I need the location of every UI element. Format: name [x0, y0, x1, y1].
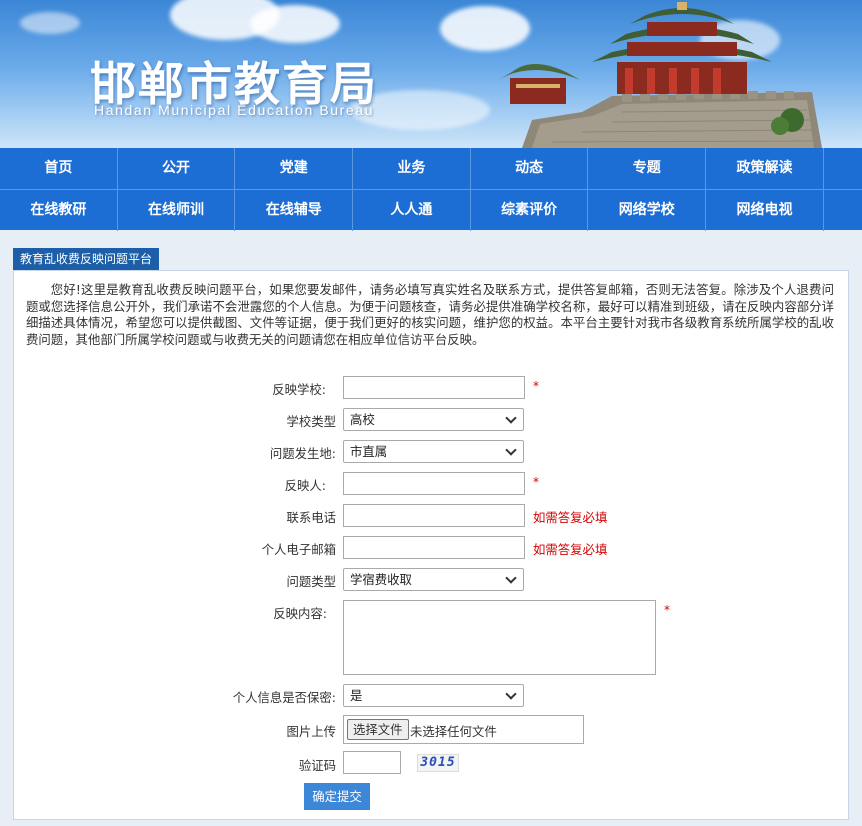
issue-type-label: 问题类型 — [286, 574, 336, 589]
chevron-down-icon — [505, 688, 517, 700]
upload-label: 图片上传 — [286, 724, 336, 739]
reply-required-hint: 如需答复必填 — [533, 510, 608, 525]
file-status-text: 未选择任何文件 — [410, 724, 497, 739]
content-label: 反映内容: — [273, 606, 327, 621]
reply-required-hint: 如需答复必填 — [533, 542, 608, 557]
school-type-label: 学校类型 — [286, 414, 336, 429]
captcha-label: 验证码 — [298, 758, 336, 773]
required-mark: * — [533, 475, 539, 489]
reporter-input[interactable] — [343, 472, 525, 495]
nav-item-online-tv[interactable]: 网络电视 — [706, 190, 824, 231]
pavilion-illustration — [498, 2, 822, 148]
panel-title-tab: 教育乱收费反映问题平台 — [13, 248, 160, 270]
header-banner: 邯郸市教育局 Handan Municipal Education Bureau — [0, 0, 862, 148]
nav-item-home[interactable]: 首页 — [0, 148, 118, 189]
nav-row-primary: 首页 公开 党建 业务 动态 专题 政策解读 — [0, 148, 862, 189]
nav-item-quality-evaluation[interactable]: 综素评价 — [471, 190, 589, 231]
location-select[interactable]: 市直属 — [343, 440, 524, 463]
nav-row-secondary: 在线教研 在线师训 在线辅导 人人通 综素评价 网络学校 网络电视 — [0, 189, 862, 231]
main-navigation: 首页 公开 党建 业务 动态 专题 政策解读 在线教研 在线师训 在线辅导 人人… — [0, 148, 862, 231]
location-label: 问题发生地: — [269, 446, 336, 461]
school-type-value: 高校 — [350, 412, 375, 427]
privacy-label: 个人信息是否保密: — [232, 690, 336, 705]
site-subtitle: Handan Municipal Education Bureau — [94, 102, 375, 118]
required-mark: * — [533, 379, 539, 393]
privacy-select[interactable]: 是 — [343, 684, 524, 707]
required-mark: * — [664, 603, 670, 617]
nav-item-online-research[interactable]: 在线教研 — [0, 190, 118, 231]
nav-item-business[interactable]: 业务 — [353, 148, 471, 189]
chevron-down-icon — [505, 412, 517, 424]
nav-item-party[interactable]: 党建 — [235, 148, 354, 189]
email-input[interactable] — [343, 536, 525, 559]
nav-item-online-school[interactable]: 网络学校 — [588, 190, 707, 231]
reporter-label: 反映人: — [284, 478, 326, 493]
chevron-down-icon — [505, 444, 517, 456]
file-upload-input[interactable]: 选择文件 未选择任何文件 — [343, 715, 584, 744]
captcha-input[interactable] — [343, 751, 401, 774]
nav-item-news[interactable]: 动态 — [471, 148, 589, 189]
privacy-value: 是 — [350, 688, 363, 703]
nav-item-renrentong[interactable]: 人人通 — [353, 190, 471, 231]
school-type-select[interactable]: 高校 — [343, 408, 524, 431]
school-label: 反映学校: — [272, 382, 326, 397]
issue-type-value: 学宿费收取 — [350, 572, 412, 587]
issue-type-select[interactable]: 学宿费收取 — [343, 568, 524, 591]
choose-file-button[interactable]: 选择文件 — [347, 719, 409, 740]
nav-item-topics[interactable]: 专题 — [588, 148, 707, 189]
school-input[interactable] — [343, 376, 525, 399]
captcha-image[interactable]: 3015 — [417, 754, 459, 772]
phone-input[interactable] — [343, 504, 525, 527]
content-textarea[interactable] — [343, 600, 656, 675]
nav-item-online-tutoring[interactable]: 在线辅导 — [235, 190, 354, 231]
intro-text: 您好!这里是教育乱收费反映问题平台，如果您要发邮件，请务必填写真实姓名及联系方式… — [26, 282, 834, 347]
submit-button[interactable]: 确定提交 — [304, 783, 370, 810]
nav-item-teacher-training[interactable]: 在线师训 — [118, 190, 236, 231]
chevron-down-icon — [505, 572, 517, 584]
nav-item-policy[interactable]: 政策解读 — [706, 148, 824, 189]
email-label: 个人电子邮箱 — [261, 542, 336, 557]
nav-item-public[interactable]: 公开 — [118, 148, 236, 189]
phone-label: 联系电话 — [286, 510, 336, 525]
cloud-decoration — [250, 5, 340, 43]
location-value: 市直属 — [350, 444, 388, 459]
cloud-decoration — [20, 12, 80, 34]
